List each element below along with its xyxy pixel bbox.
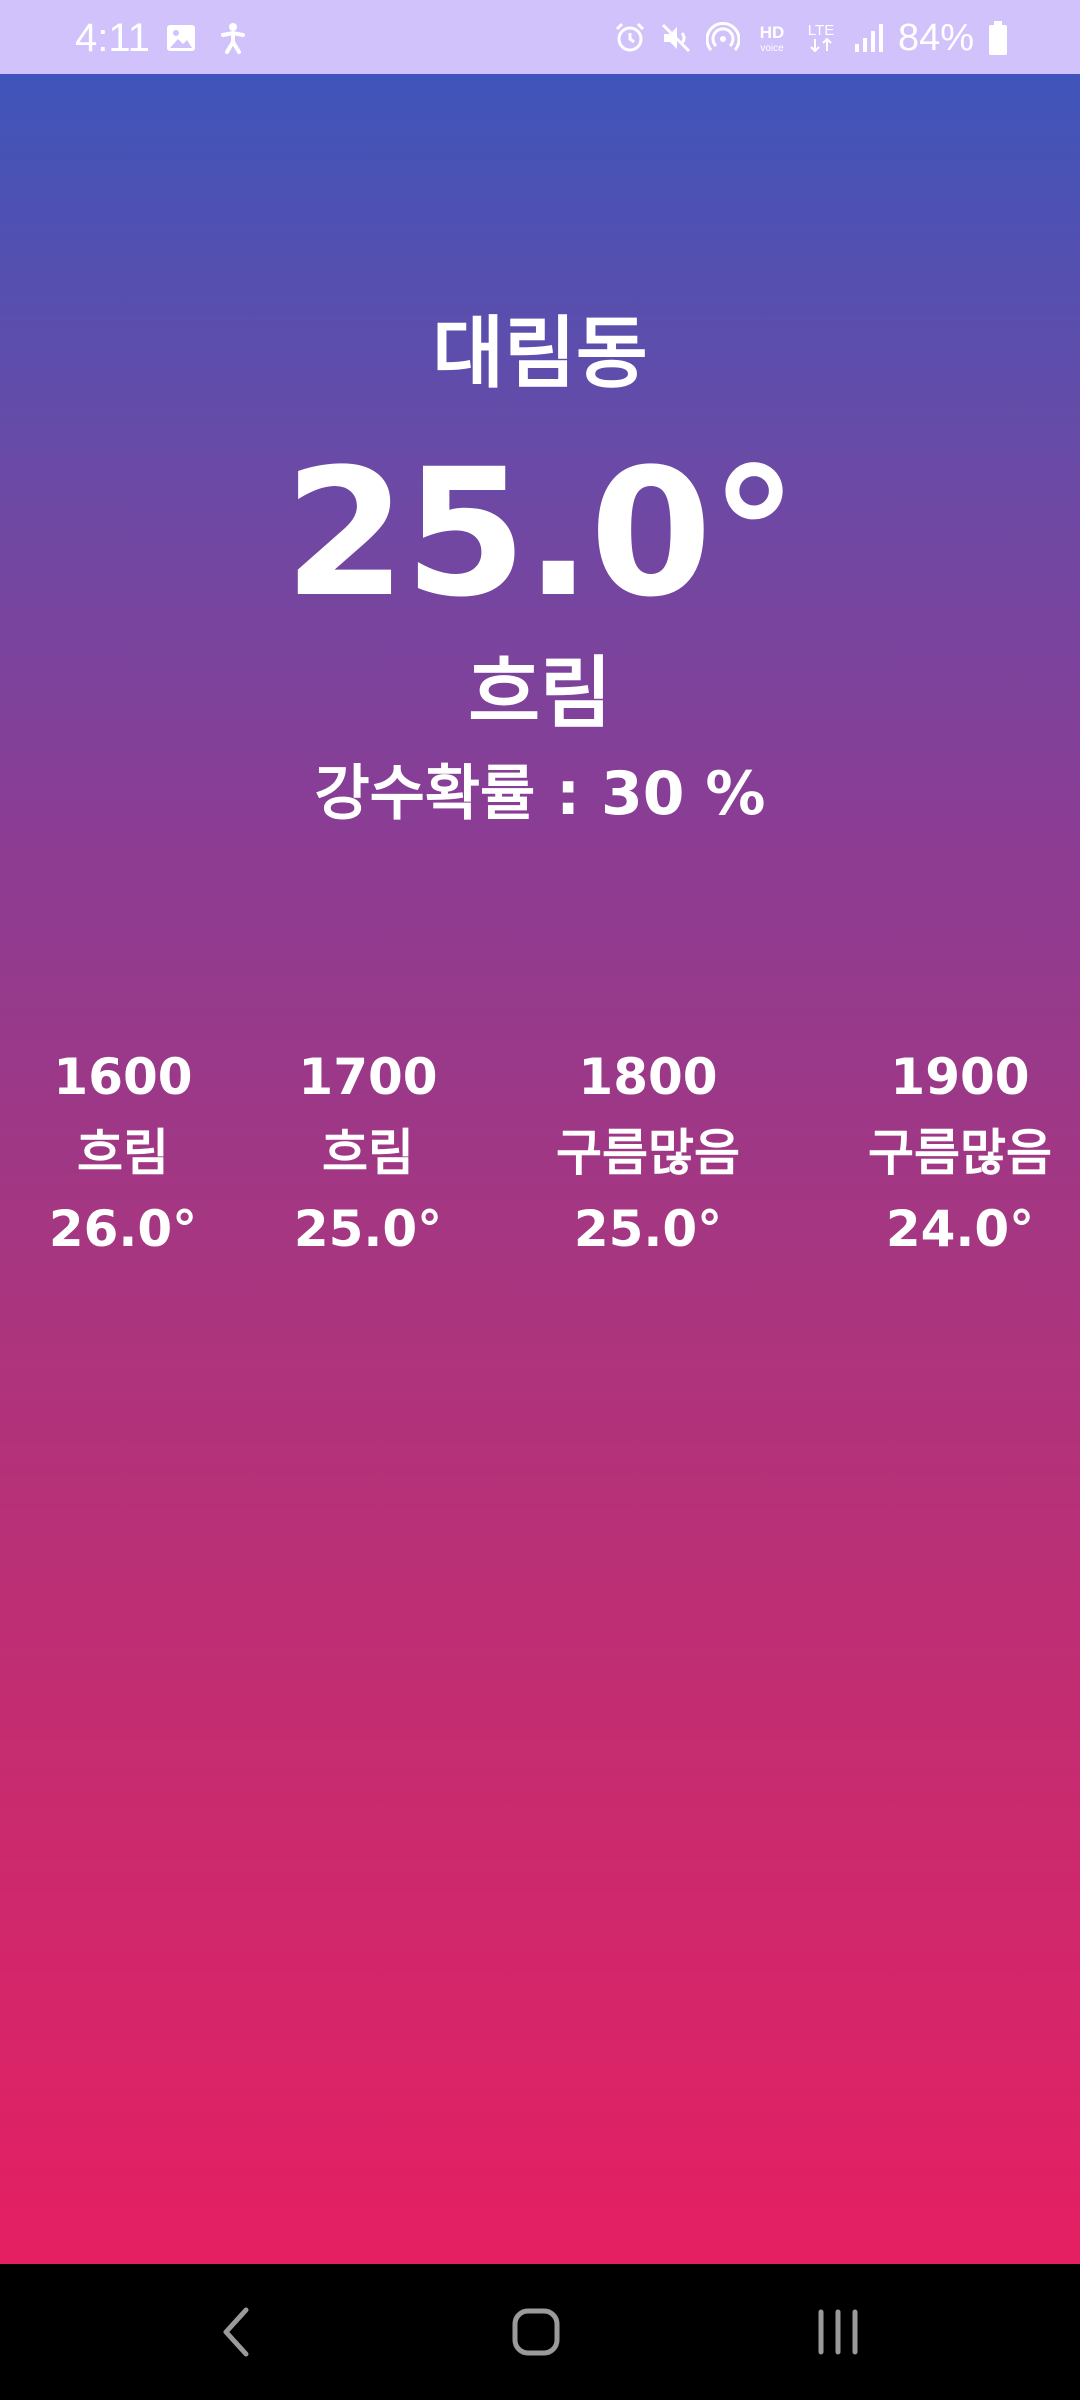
forecast-time: 1700: [298, 1048, 438, 1106]
forecast-item: 1900 구름많음 24.0°: [830, 1039, 1080, 1267]
forecast-item: 1700 흐림 25.0°: [238, 1039, 498, 1267]
forecast-item: 1600 흐림 26.0°: [0, 1039, 253, 1267]
recents-button[interactable]: [798, 2294, 878, 2370]
location-name: 대림동: [432, 309, 648, 399]
hotspot-icon: [705, 22, 740, 54]
forecast-temp: 24.0°: [885, 1200, 1035, 1258]
forecast-condition: 구름많음: [556, 1124, 740, 1182]
alarm-icon: [614, 22, 646, 54]
forecast-time: 1600: [53, 1048, 193, 1106]
notification-icons: [165, 22, 249, 54]
forecast-item: 1800 구름많음 25.0°: [518, 1039, 778, 1267]
home-button[interactable]: [496, 2294, 576, 2370]
forecast-condition: 흐림: [322, 1124, 414, 1182]
precipitation-probability: 강수확률 : 30 %: [314, 759, 766, 829]
current-temperature: 25.0°: [283, 431, 798, 636]
forecast-time: 1800: [578, 1048, 718, 1106]
battery-percent: 84%: [897, 16, 974, 59]
lte-icon: LTE: [804, 21, 838, 55]
signal-icon: [852, 22, 884, 54]
battery-icon: [988, 21, 1008, 55]
weather-screen: 4:11 HD voice LTE 84% 대림동 25.0° 흐림 강수확률 …: [0, 0, 1080, 2400]
forecast-condition: 흐림: [77, 1124, 169, 1182]
navigation-bar: [0, 2264, 1080, 2400]
forecast-condition: 구름많음: [868, 1124, 1052, 1182]
status-time: 4:11: [75, 16, 150, 60]
forecast-temp: 25.0°: [293, 1200, 443, 1258]
current-condition: 흐림: [468, 649, 612, 739]
mute-icon: [660, 22, 692, 54]
status-bar: 4:11 HD voice LTE 84%: [0, 0, 1080, 74]
home-icon: [512, 2308, 560, 2356]
forecast-temp: 25.0°: [573, 1200, 723, 1258]
back-button[interactable]: [196, 2294, 276, 2370]
forecast-time: 1900: [890, 1048, 1030, 1106]
weather-main: 대림동 25.0° 흐림 강수확률 : 30 % 1600 흐림 26.0° 1…: [0, 74, 1080, 2264]
forecast-temp: 26.0°: [48, 1200, 198, 1258]
recents-icon: [818, 2309, 858, 2355]
gallery-icon: [165, 22, 197, 54]
system-status-icons: HD voice LTE 84%: [614, 16, 1008, 60]
svg-text:HD: HD: [760, 23, 785, 42]
hd-voice-icon: HD voice: [754, 21, 790, 55]
back-icon: [223, 2307, 249, 2357]
accessibility-icon: [217, 22, 249, 54]
svg-text:voice: voice: [760, 43, 784, 54]
svg-text:LTE: LTE: [808, 22, 834, 39]
